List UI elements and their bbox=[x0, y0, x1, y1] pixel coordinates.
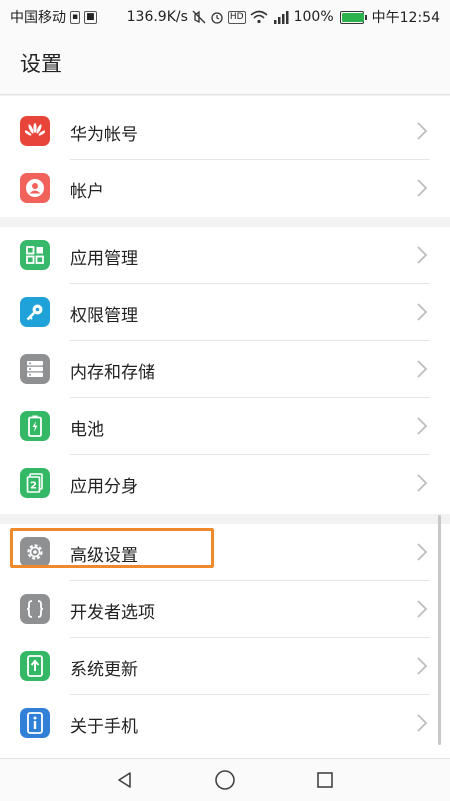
settings-item-label: 关于手机 bbox=[70, 717, 138, 737]
account-icon bbox=[20, 173, 50, 203]
settings-item-permissions[interactable]: 权限管理 bbox=[0, 284, 450, 341]
recents-icon bbox=[317, 772, 333, 788]
settings-item-about-phone[interactable]: 关于手机 bbox=[0, 695, 450, 752]
signal-icon bbox=[273, 11, 289, 24]
settings-item-system-update[interactable]: 系统更新 bbox=[0, 638, 450, 695]
home-button[interactable] bbox=[212, 767, 238, 793]
settings-item-battery[interactable]: 电池 bbox=[0, 398, 450, 455]
battery-icon bbox=[20, 411, 50, 441]
page-title: 设置 bbox=[20, 52, 62, 76]
chevron-right-icon bbox=[417, 179, 428, 197]
apps-grid-icon bbox=[20, 240, 50, 270]
header: 设置 bbox=[0, 32, 450, 95]
chevron-right-icon bbox=[417, 474, 428, 492]
settings-item-label: 内存和存储 bbox=[70, 363, 155, 383]
settings-group-apps: 应用管理 权限管理 内存和存储 电池 2 应用分身 bbox=[0, 227, 450, 514]
storage-icon bbox=[20, 354, 50, 384]
back-icon bbox=[118, 772, 131, 788]
carrier-label: 中国移动 bbox=[10, 10, 66, 26]
app-twin-icon: 2 bbox=[20, 468, 50, 498]
settings-item-label: 系统更新 bbox=[70, 660, 138, 680]
settings-item-label: 应用管理 bbox=[70, 249, 138, 269]
battery-fill bbox=[341, 12, 364, 22]
settings-item-huawei-account[interactable]: 华为帐号 bbox=[0, 103, 450, 160]
chevron-right-icon bbox=[417, 246, 428, 264]
huawei-logo-icon bbox=[20, 116, 50, 146]
settings-item-developer-options[interactable]: 开发者选项 bbox=[0, 581, 450, 638]
wifi-icon bbox=[250, 10, 268, 24]
battery-icon bbox=[339, 10, 367, 24]
info-icon bbox=[20, 708, 50, 738]
mute-icon bbox=[192, 10, 206, 24]
settings-list[interactable]: 华为帐号 帐户 应用管理 权限管理 内存和存储 电池 2 应用分身 高级设置 开… bbox=[0, 96, 450, 758]
alarm-icon bbox=[211, 12, 223, 24]
settings-item-account[interactable]: 帐户 bbox=[0, 160, 450, 217]
settings-item-label: 华为帐号 bbox=[70, 125, 138, 145]
chevron-right-icon bbox=[417, 543, 428, 561]
notification-icon: ■ bbox=[84, 10, 97, 24]
svg-text:2: 2 bbox=[30, 481, 37, 492]
back-button[interactable] bbox=[112, 767, 138, 793]
recents-button[interactable] bbox=[312, 767, 338, 793]
settings-item-label: 权限管理 bbox=[70, 306, 138, 326]
net-speed: 136.9K/s bbox=[126, 9, 188, 25]
sim-icon: ▪ bbox=[70, 10, 81, 24]
battery-percent: 100% bbox=[293, 9, 334, 25]
settings-item-label: 应用分身 bbox=[70, 477, 138, 497]
home-icon bbox=[215, 770, 235, 790]
chevron-right-icon bbox=[417, 360, 428, 378]
settings-item-label: 帐户 bbox=[70, 182, 104, 202]
status-left: 中国移动 ▪ ■ bbox=[10, 7, 97, 27]
status-right: 136.9K/s HD 100% 中午12:54 bbox=[127, 7, 440, 27]
settings-item-label: 电池 bbox=[70, 420, 104, 440]
chevron-right-icon bbox=[417, 657, 428, 675]
chevron-right-icon bbox=[417, 714, 428, 732]
scrollbar[interactable] bbox=[438, 515, 441, 745]
settings-item-app-manager[interactable]: 应用管理 bbox=[0, 227, 450, 284]
chevron-right-icon bbox=[417, 417, 428, 435]
settings-item-label: 开发者选项 bbox=[70, 603, 155, 623]
clock: 中午12:54 bbox=[371, 10, 440, 26]
settings-group-account: 华为帐号 帐户 bbox=[0, 96, 450, 217]
chevron-right-icon bbox=[417, 122, 428, 140]
key-icon bbox=[20, 297, 50, 327]
settings-item-app-twin[interactable]: 2 应用分身 bbox=[0, 455, 450, 512]
chevron-right-icon bbox=[417, 600, 428, 618]
system-update-icon bbox=[20, 651, 50, 681]
highlight-box bbox=[10, 528, 214, 568]
status-bar: 中国移动 ▪ ■ 136.9K/s HD 100% 中午12:54 bbox=[0, 0, 450, 32]
chevron-right-icon bbox=[417, 303, 428, 321]
braces-icon bbox=[20, 594, 50, 624]
settings-item-memory-storage[interactable]: 内存和存储 bbox=[0, 341, 450, 398]
hd-icon: HD bbox=[227, 10, 246, 24]
navigation-bar bbox=[0, 758, 450, 801]
